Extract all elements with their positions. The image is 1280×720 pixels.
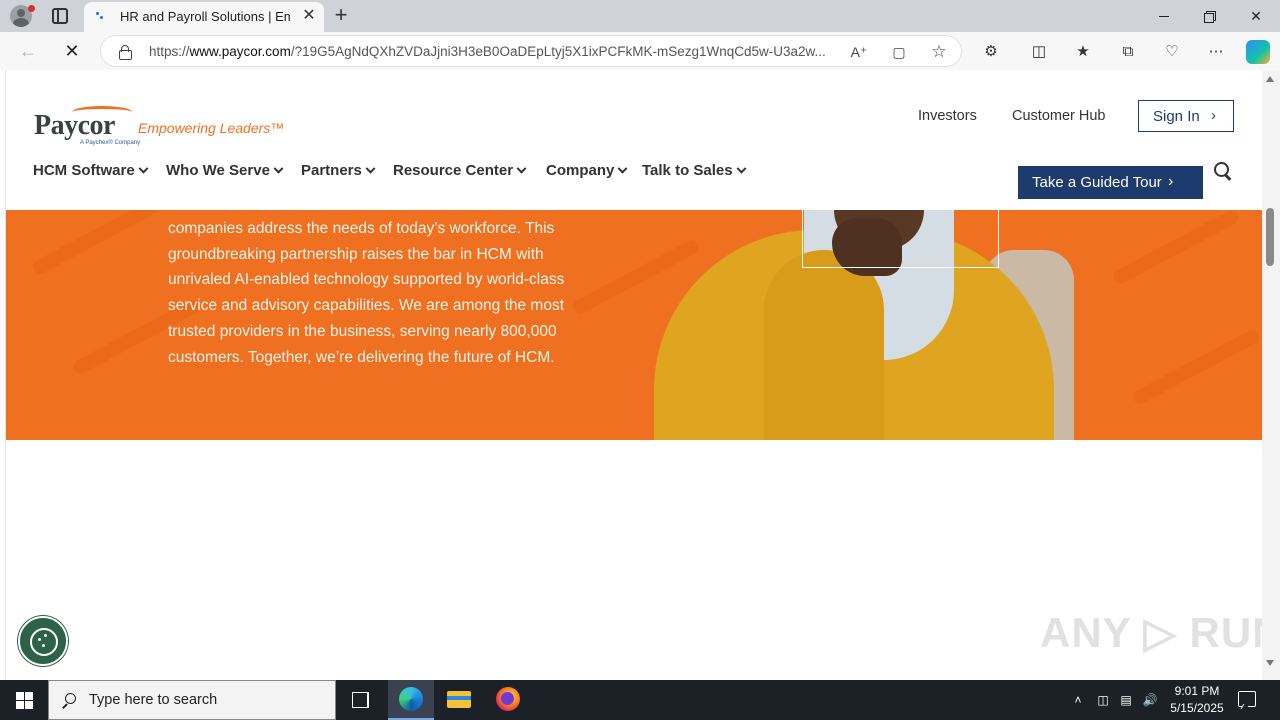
- clock-time: 9:01 PM: [1174, 684, 1220, 698]
- chevron-down-icon: [736, 163, 747, 174]
- vertical-scrollbar[interactable]: [1262, 70, 1280, 680]
- notification-center-icon[interactable]: [1238, 691, 1256, 707]
- background-stripe: [30, 210, 162, 277]
- volume-icon[interactable]: 🔊: [1142, 692, 1158, 708]
- guided-tour-button[interactable]: Take a Guided Tour ›: [1018, 166, 1203, 199]
- nav-company[interactable]: Company: [546, 162, 628, 179]
- windows-taskbar: Type here to search ˄ ◫ ▤ 🔊 9:01 PM 5/15…: [0, 680, 1280, 720]
- address-bar[interactable]: https://www.paycor.com/?19G5AgNdQXhZVDaJ…: [100, 35, 962, 67]
- scroll-down-arrow-icon[interactable]: [1266, 660, 1274, 666]
- chevron-down-icon: [617, 163, 628, 174]
- logo-tagline: Empowering Leaders™: [138, 120, 285, 136]
- more-icon[interactable]: ⋯: [1205, 41, 1227, 63]
- favorites-icon[interactable]: ★: [1072, 41, 1094, 63]
- browser-tab-strip: HR and Payroll Solutions | Empowering Le…: [0, 0, 1280, 32]
- sign-in-label: Sign In: [1153, 108, 1200, 125]
- arm-shape: [764, 250, 884, 440]
- hero-banner: companies address the needs of today’s w…: [6, 210, 1262, 440]
- paycor-logo[interactable]: Paycor Empowering Leaders™ A Paychex® Co…: [34, 106, 284, 148]
- search-icon: [63, 693, 77, 707]
- nav-who-we-serve[interactable]: Who We Serve: [166, 162, 284, 179]
- windows-logo-icon: [25, 692, 33, 700]
- background-stripe: [1130, 327, 1262, 407]
- collections-icon[interactable]: ⧉: [1117, 41, 1139, 63]
- clock-date: 5/15/2025: [1170, 701, 1224, 715]
- new-tab-button[interactable]: +: [330, 3, 352, 27]
- loading-favicon-icon: [96, 12, 104, 20]
- chevron-down-icon: [138, 163, 149, 174]
- hero-paragraph: companies address the needs of today’s w…: [168, 220, 565, 366]
- chevron-down-icon: [516, 163, 527, 174]
- nav-hcm-software[interactable]: HCM Software: [33, 162, 149, 179]
- chevron-right-icon: ›: [1211, 107, 1216, 124]
- page-viewport: Paycor Empowering Leaders™ A Paychex® Co…: [0, 70, 1280, 680]
- windows-logo-icon: [25, 701, 33, 709]
- anyrun-watermark: ANY ▷ RUN: [1040, 609, 1280, 656]
- search-icon[interactable]: [1214, 162, 1232, 180]
- taskbar-search-placeholder: Type here to search: [89, 692, 218, 708]
- profile-notification-dot: [28, 5, 35, 12]
- stop-loading-icon[interactable]: ✕: [60, 40, 84, 62]
- window-restore-button[interactable]: [1198, 4, 1222, 28]
- copilot-icon[interactable]: [1246, 40, 1270, 64]
- system-clock[interactable]: 9:01 PM 5/15/2025: [1164, 683, 1230, 717]
- firefox-icon[interactable]: [485, 680, 531, 720]
- network-icon[interactable]: ▤: [1118, 692, 1134, 708]
- tab-actions-icon[interactable]: [52, 8, 68, 24]
- back-arrow-icon[interactable]: ←: [16, 40, 40, 62]
- window-close-button[interactable]: ✕: [1244, 4, 1268, 28]
- show-hidden-icons-icon[interactable]: ˄: [1070, 692, 1086, 708]
- edge-taskbar-icon[interactable]: [388, 680, 434, 720]
- customer-hub-link[interactable]: Customer Hub: [1012, 108, 1105, 124]
- site-header: Paycor Empowering Leaders™ A Paychex® Co…: [6, 70, 1262, 210]
- extensions-icon[interactable]: ⚙: [980, 41, 1002, 63]
- read-aloud-icon[interactable]: A⁺: [849, 42, 869, 62]
- split-screen-icon[interactable]: ◫: [1028, 41, 1050, 63]
- windows-logo-icon: [16, 701, 24, 709]
- start-button[interactable]: [0, 680, 48, 720]
- nav-talk-to-sales[interactable]: Talk to Sales: [642, 162, 747, 179]
- tab-title: HR and Payroll Solutions | Empowering Le…: [120, 9, 290, 24]
- device-icon[interactable]: ◫: [1095, 692, 1111, 708]
- task-view-icon[interactable]: [338, 680, 384, 720]
- url-text[interactable]: https://www.paycor.com/?19G5AgNdQXhZVDaJ…: [149, 44, 839, 59]
- tab-close-icon[interactable]: ✕: [300, 7, 318, 25]
- cookie-settings-button[interactable]: [18, 616, 68, 666]
- scroll-up-arrow-icon[interactable]: [1266, 76, 1274, 82]
- background-stripe: [1110, 210, 1242, 287]
- investors-link[interactable]: Investors: [918, 108, 977, 124]
- scrollbar-thumb[interactable]: [1266, 208, 1274, 266]
- chevron-down-icon: [365, 163, 376, 174]
- sign-in-button[interactable]: Sign In ›: [1138, 100, 1234, 132]
- immersive-reader-icon[interactable]: ▢: [889, 42, 909, 62]
- lock-icon[interactable]: [119, 45, 132, 60]
- image-frame-outline: [802, 210, 999, 268]
- chevron-down-icon: [273, 163, 284, 174]
- taskbar-search-box[interactable]: Type here to search: [48, 680, 336, 720]
- logo-wordmark: Paycor: [34, 110, 115, 141]
- nav-resource-center[interactable]: Resource Center: [393, 162, 527, 179]
- guided-tour-label: Take a Guided Tour: [1032, 174, 1162, 191]
- chevron-right-icon: ›: [1168, 173, 1174, 190]
- favorite-star-icon[interactable]: ☆: [929, 42, 949, 62]
- file-explorer-icon[interactable]: [436, 680, 482, 720]
- windows-logo-icon: [16, 692, 24, 700]
- window-minimize-button[interactable]: [1152, 4, 1176, 28]
- page-content: Paycor Empowering Leaders™ A Paychex® Co…: [5, 70, 1280, 680]
- browser-essentials-icon[interactable]: ♡: [1161, 41, 1183, 63]
- browser-toolbar: ← ✕ https://www.paycor.com/?19G5AgNdQXhZ…: [0, 32, 1280, 70]
- browser-tab-active[interactable]: HR and Payroll Solutions | Empowering Le…: [84, 2, 324, 32]
- logo-subtitle: A Paychex® Company: [80, 140, 141, 146]
- nav-partners[interactable]: Partners: [301, 162, 376, 179]
